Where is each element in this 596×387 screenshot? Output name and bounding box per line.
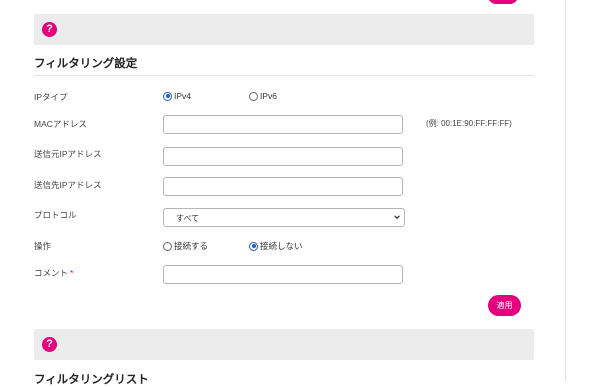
protocol-select[interactable]: すべて: [163, 208, 405, 227]
radio-unchecked-icon: [249, 91, 258, 101]
ip-type-label: IPタイプ: [34, 92, 68, 102]
protocol-selected-value: すべて: [176, 214, 200, 223]
ip-type-option-label: IPv4: [174, 91, 192, 101]
section-title-filter-list: フィルタリングリスト: [34, 374, 149, 386]
comment-label-text: コメント: [34, 268, 69, 278]
top-action-button-edge[interactable]: [488, 0, 518, 4]
apply-button[interactable]: 適用: [488, 295, 521, 316]
mac-address-label: MACアドレス: [34, 119, 87, 129]
ip-type-radio-ipv4[interactable]: IPv4: [163, 91, 191, 101]
comment-label: コメント *: [34, 267, 73, 279]
question-mark-icon[interactable]: ?: [42, 337, 57, 352]
question-mark-icon[interactable]: ?: [42, 22, 57, 37]
section-divider: [34, 75, 534, 76]
content-right-border: [565, 0, 566, 381]
help-bar-filter-settings: ?: [34, 14, 534, 45]
comment-input[interactable]: [163, 265, 403, 284]
radio-unchecked-icon: [163, 241, 172, 251]
mac-address-example: (例: 00:1E:90:FF:FF:FF): [426, 119, 512, 128]
section-title-filter-settings: フィルタリング設定: [34, 58, 138, 70]
ip-type-radio-ipv6[interactable]: IPv6: [249, 91, 277, 101]
radio-checked-icon: [249, 241, 258, 251]
source-ip-label: 送信元IPアドレス: [34, 149, 102, 159]
action-radio-deny[interactable]: 接続しない: [249, 240, 303, 252]
chevron-down-icon: [394, 215, 400, 220]
source-ip-input[interactable]: [163, 147, 403, 166]
required-mark: *: [70, 268, 74, 278]
mac-address-input[interactable]: [163, 115, 403, 134]
ip-type-option-label: IPv6: [260, 91, 278, 101]
dest-ip-label: 送信先IPアドレス: [34, 180, 102, 190]
action-option-label: 接続する: [174, 241, 209, 251]
action-radio-allow[interactable]: 接続する: [163, 240, 208, 252]
radio-checked-icon: [163, 91, 172, 101]
help-bar-filter-list: ?: [34, 329, 534, 360]
dest-ip-input[interactable]: [163, 177, 403, 196]
protocol-label: プロトコル: [34, 210, 77, 220]
action-option-label: 接続しない: [260, 241, 303, 251]
action-label: 操作: [34, 241, 52, 251]
